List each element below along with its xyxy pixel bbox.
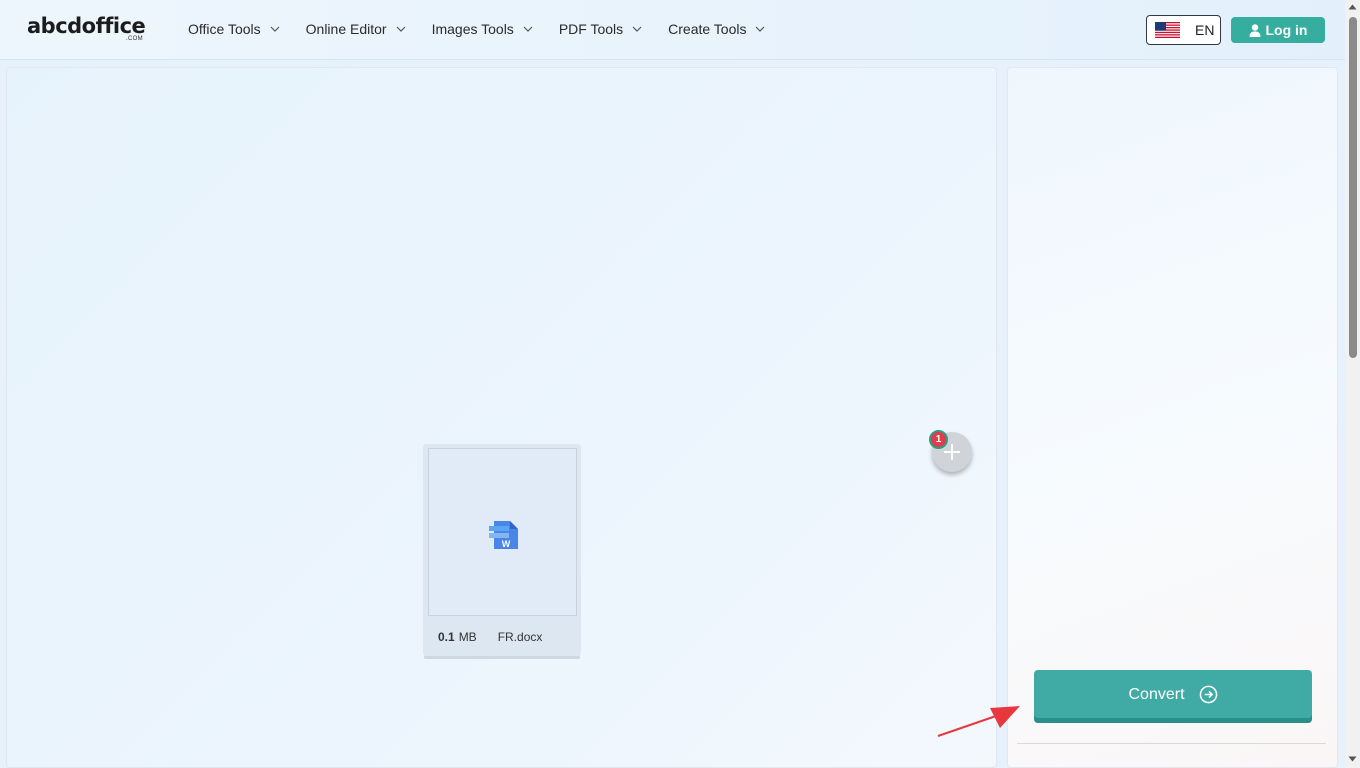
file-size-value: 0.1	[438, 630, 455, 644]
language-selector[interactable]: EN	[1146, 15, 1221, 45]
chevron-down-icon	[756, 26, 765, 32]
scroll-up-icon[interactable]	[1348, 4, 1357, 10]
main-nav: Office Tools Online Editor Images Tools …	[188, 20, 791, 38]
login-label: Log in	[1265, 22, 1308, 38]
convert-button[interactable]: Convert	[1034, 670, 1312, 723]
file-name: FR.docx	[497, 630, 543, 644]
conversion-panel	[1007, 67, 1338, 768]
annotation-arrow-icon	[937, 706, 1020, 737]
us-flag-icon	[1155, 22, 1180, 38]
scroll-thumb[interactable]	[1349, 17, 1357, 358]
user-icon	[1249, 23, 1260, 37]
scroll-down-icon[interactable]	[1348, 756, 1357, 762]
file-count-badge: 1	[929, 430, 948, 449]
file-card[interactable]: W 0.1 MB FR.docx	[423, 444, 581, 656]
logo-domain: .COM	[126, 36, 143, 42]
nav-office-tools[interactable]: Office Tools	[188, 20, 280, 38]
nav-create-tools[interactable]: Create Tools	[668, 20, 765, 38]
nav-label: Online Editor	[305, 21, 387, 37]
chevron-down-icon	[396, 26, 406, 32]
nav-images-tools[interactable]: Images Tools	[432, 20, 533, 38]
arrow-right-circle-icon	[1199, 685, 1217, 704]
file-thumbnail: W	[428, 448, 577, 616]
nav-label: Office Tools	[188, 21, 261, 37]
nav-pdf-tools[interactable]: PDF Tools	[559, 20, 642, 38]
file-info: 0.1 MB FR.docx	[438, 630, 542, 644]
logo[interactable]: abcdoffice	[27, 14, 146, 38]
nav-online-editor[interactable]: Online Editor	[306, 20, 406, 38]
page-scrollbar[interactable]	[1345, 0, 1360, 768]
file-size-unit: MB	[458, 630, 477, 644]
chevron-down-icon	[523, 26, 533, 32]
language-label: EN	[1195, 22, 1215, 38]
chevron-down-icon	[270, 26, 280, 32]
word-document-icon: W	[489, 521, 518, 549]
convert-label: Convert	[1128, 685, 1185, 703]
nav-label: PDF Tools	[558, 21, 624, 37]
nav-label: Create Tools	[668, 21, 747, 37]
nav-label: Images Tools	[431, 21, 514, 37]
top-navbar: abcdoffice .COM Office Tools Online Edit…	[0, 0, 1345, 60]
chevron-down-icon	[632, 26, 642, 32]
svg-text:W: W	[502, 539, 511, 549]
panel-divider	[1017, 743, 1326, 744]
file-workspace	[6, 67, 997, 768]
login-button[interactable]: Log in	[1231, 17, 1325, 43]
